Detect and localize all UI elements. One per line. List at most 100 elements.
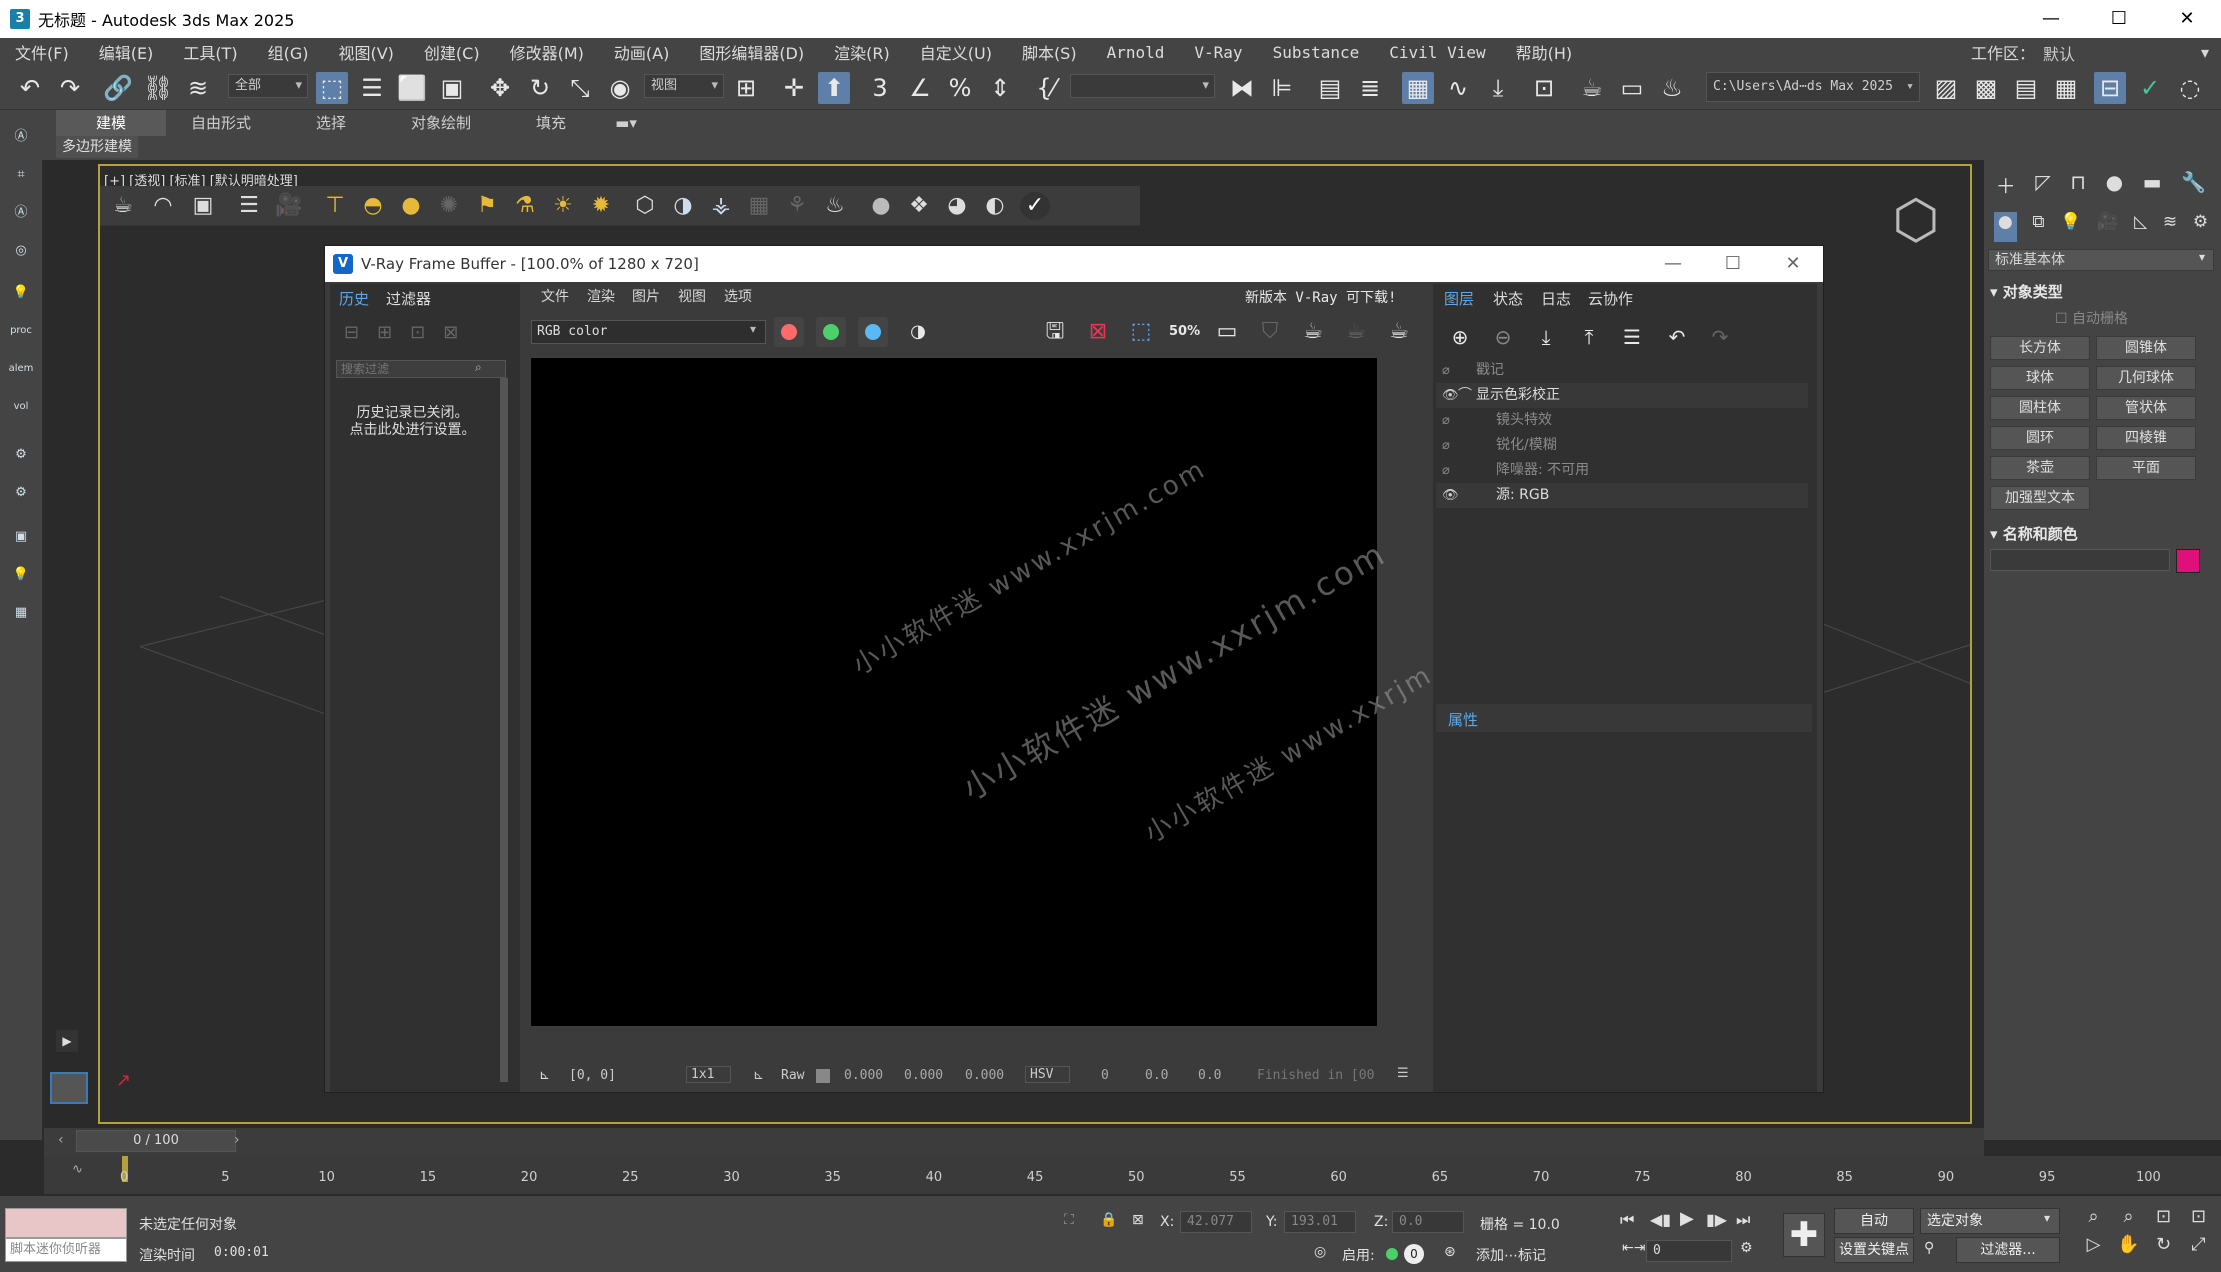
blue-channel-button[interactable] [858,317,888,347]
sphere-light-icon[interactable]: ● [396,192,426,220]
time-config-icon[interactable]: ⚙ [1740,1240,1753,1256]
light-lister-icon[interactable]: 💡 [6,560,36,590]
select-by-name-icon[interactable]: ☰ [356,72,388,104]
helpers-icon[interactable]: ◺ [2134,212,2147,242]
pixel-ratio-select[interactable]: 1x1 [686,1066,732,1083]
layer-list-icon[interactable]: ☰ [1617,322,1647,352]
clear-image-icon[interactable]: ⊠ [1083,317,1113,347]
bind-space-warp-icon[interactable]: ≋ [182,72,214,104]
schematic-view-icon[interactable]: ⤓ [1482,72,1514,104]
ribbon-tab-freeform[interactable]: 自由形式 [166,110,276,136]
fur-icon[interactable]: ⚶ [706,192,736,220]
stop-render-icon[interactable]: ☕ [1341,317,1371,347]
create-selection-icon[interactable]: Ⓐ [6,122,36,152]
fov-icon[interactable]: ▷ [2076,1234,2111,1262]
time-tag-icon[interactable]: ⊛ [1444,1244,1456,1260]
menu-animation[interactable]: 动画(A) [599,40,684,64]
enable-count[interactable]: 0 [1404,1244,1424,1264]
ribbon-tab-object-paint[interactable]: 对象绘制 [386,110,496,136]
alem-icon[interactable]: alem [6,354,36,384]
modify-tab-icon[interactable]: ◸ [2035,170,2050,206]
snaps-toggle-icon[interactable]: 3 [864,72,896,104]
check-icon[interactable]: ✓ [2134,72,2166,104]
ref-coord-select[interactable]: 视图 [644,74,724,98]
play-icon[interactable]: ▶ [56,1030,78,1052]
zoom-all-icon[interactable]: ⌕ [2111,1206,2146,1234]
vfb-update-notice[interactable]: 新版本 V-Ray 可下载! [1245,287,1396,307]
spacewarp-icon[interactable]: ⚙ [6,478,36,508]
create-shape-icon[interactable]: ⌗ [6,160,36,190]
vol-icon[interactable]: vol [6,392,36,422]
object-color-swatch[interactable] [2176,549,2200,573]
maximize-viewport-icon[interactable]: ⤢ [2181,1234,2216,1262]
rotate-icon[interactable]: ↻ [524,72,556,104]
vfb-tab-filters[interactable]: 过滤器 [386,288,431,309]
layer-row-stamp[interactable]: ⌀ 戳记 [1436,358,1808,383]
cylinder-button[interactable]: 圆柱体 [1990,396,2090,420]
volume-grid-icon[interactable]: ♨ [820,192,850,220]
start-render-icon[interactable]: ☕ [1384,317,1414,347]
vfb-menu-file[interactable]: 文件 [541,286,569,306]
color-pick-icon[interactable]: ⊾ [753,1068,764,1083]
key-selection-set-select[interactable]: 选定对象 [1920,1208,2060,1234]
material-sphere-icon[interactable]: ● [866,192,896,220]
sphere-button[interactable]: 球体 [1990,366,2090,390]
pan-icon[interactable]: ✋ [2111,1234,2146,1262]
vfb-tab-layers[interactable]: 图层 [1444,288,1474,309]
save-image-icon[interactable]: 🖫 [1040,317,1070,347]
absolute-mode-icon[interactable]: ⊠ [1132,1212,1144,1228]
decal-icon[interactable]: ▦ [744,192,774,220]
menu-modifiers[interactable]: 修改器(M) [495,40,599,64]
teapot-render-icon[interactable]: ☕ [108,192,138,220]
menu-group[interactable]: 组(G) [253,40,324,64]
lock-selection-icon[interactable]: 🔒 [1100,1212,1117,1228]
material-editor-icon[interactable]: ⊡ [1528,72,1560,104]
unlink-icon[interactable]: ⛓ [142,72,174,104]
name-color-header[interactable]: ▾ 名称和颜色 [1990,523,2078,544]
menu-arnold[interactable]: Arnold [1092,43,1180,62]
next-frame-icon[interactable]: › [234,1132,240,1148]
object-name-input[interactable] [1990,549,2170,571]
color-mode-select[interactable]: HSV [1025,1066,1071,1083]
close-button[interactable]: ✕ [2153,0,2221,38]
play-animation-icon[interactable]: ▶ [1680,1208,1694,1229]
history-message[interactable]: 历史记录已关闭。 点击此处进行设置。 [330,405,495,439]
vfb-menu-options[interactable]: 选项 [724,286,752,306]
alpha-channel-icon[interactable]: ◑ [903,317,933,347]
prev-key-icon[interactable]: ◀▮ [1650,1210,1671,1229]
green-channel-button[interactable] [816,317,846,347]
zoom-level[interactable]: 50% [1169,317,1200,347]
menu-customize[interactable]: 自定义(U) [905,40,1007,64]
utilities-tab-icon[interactable]: 🔧 [2181,170,2206,206]
motion-tab-icon[interactable]: ● [2106,170,2123,206]
open-folder-icon[interactable]: ▤ [2010,72,2042,104]
select-manipulate-icon[interactable]: ✛ [778,72,810,104]
lock-ui-icon[interactable]: ⊟ [2094,72,2126,104]
spot-light-icon[interactable]: ⊤ [320,192,350,220]
ribbon-toggle-icon[interactable]: ▦ [1402,72,1434,104]
key-mode-icon[interactable]: ⇤⇥ [1622,1240,1645,1256]
ies-light-icon[interactable]: ⚑ [472,192,502,220]
menu-graph-editors[interactable]: 图形编辑器(D) [684,40,819,64]
cone-button[interactable]: 圆锥体 [2096,336,2196,360]
image-icon[interactable]: ▣ [6,522,36,552]
lightmix-icon[interactable]: ◐ [980,192,1010,220]
red-channel-button[interactable] [774,317,804,347]
x-coord-field[interactable]: 42.077 [1180,1211,1252,1233]
asset-tracking-icon[interactable]: ▩ [1970,72,2002,104]
tube-button[interactable]: 管状体 [2096,396,2196,420]
menu-substance[interactable]: Substance [1258,43,1375,62]
render-setup-icon[interactable]: ☕ [1576,72,1608,104]
shapes-icon[interactable]: ⧉ [2032,212,2044,242]
vfb-menu-render[interactable]: 渲染 [587,286,615,306]
region-render-icon[interactable]: ⬚ [1126,317,1156,347]
scale-icon[interactable]: ⤡ [564,72,596,104]
render-image[interactable] [531,358,1377,1026]
frame-icon[interactable]: ▭ [1212,317,1242,347]
zoom-icon[interactable]: ⌕ [2076,1206,2111,1234]
key-filter-icon[interactable]: ⚲ [1924,1240,1934,1256]
geosphere-button[interactable]: 几何球体 [2096,366,2196,390]
set-key-icon[interactable]: ✚ [1783,1213,1825,1257]
menu-edit[interactable]: 编辑(E) [84,40,169,64]
align-icon[interactable]: ⊫ [1266,72,1298,104]
